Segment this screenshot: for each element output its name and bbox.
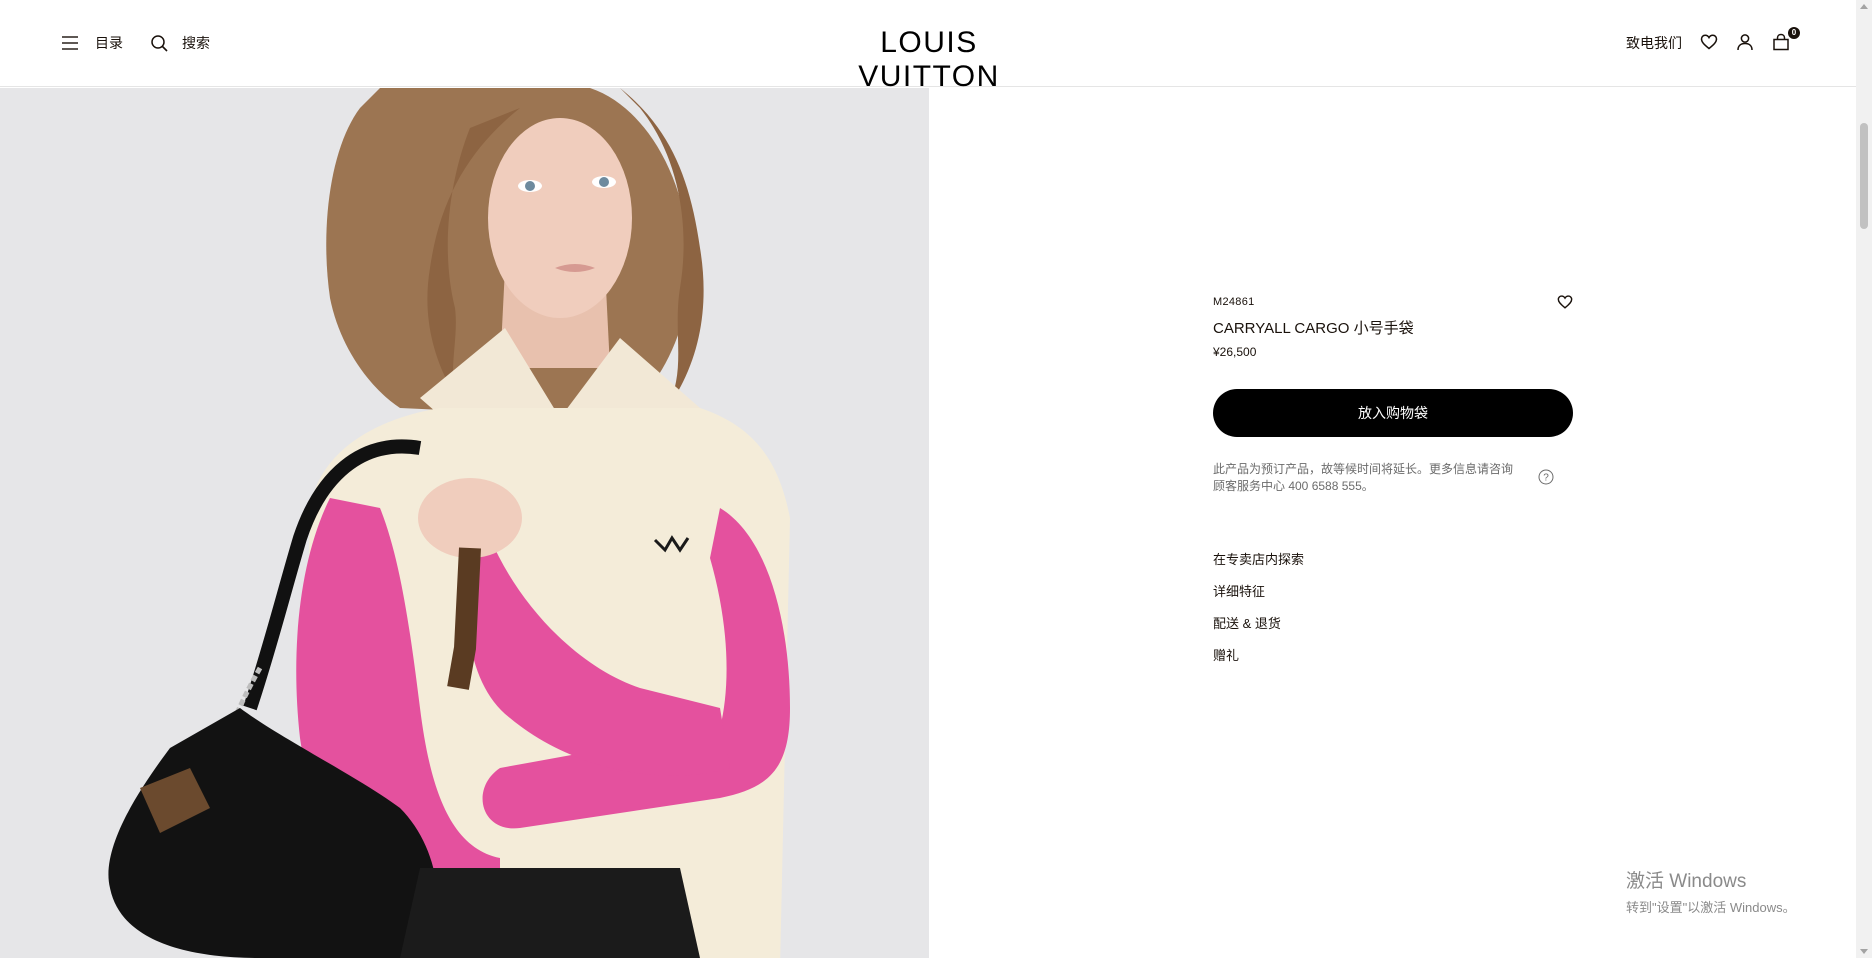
product-name: CARRYALL CARGO 小号手袋 bbox=[1213, 320, 1414, 337]
add-to-wishlist-button[interactable] bbox=[1557, 294, 1573, 315]
shopping-bag-icon bbox=[1773, 33, 1789, 51]
bag-count-badge: 0 bbox=[1788, 27, 1800, 39]
header-left: 目录 搜索 bbox=[62, 33, 210, 53]
svg-text:?: ? bbox=[1543, 473, 1549, 484]
product-sku: M24861 bbox=[1213, 296, 1255, 308]
search-button[interactable]: 搜索 bbox=[151, 33, 210, 53]
link-gifting[interactable]: 赠礼 bbox=[1213, 645, 1573, 677]
link-product-details[interactable]: 详细特征 bbox=[1213, 581, 1573, 613]
menu-button[interactable]: 目录 bbox=[62, 33, 123, 53]
contact-us-link[interactable]: 致电我们 bbox=[1626, 33, 1682, 53]
help-icon[interactable]: ? bbox=[1538, 469, 1554, 490]
product-details-panel: M24861 CARRYALL CARGO 小号手袋 ¥26,500 放入购物袋… bbox=[929, 88, 1856, 958]
preorder-notice: 此产品为预订产品，故等候时间将延长。更多信息请咨询顾客服务中心 400 6588… bbox=[1213, 461, 1554, 495]
scroll-thumb[interactable] bbox=[1860, 123, 1868, 229]
site-header: 目录 搜索 LOUIS VUITTON 致电我们 0 bbox=[0, 0, 1856, 93]
product-info: M24861 CARRYALL CARGO 小号手袋 ¥26,500 放入购物袋… bbox=[1213, 294, 1573, 677]
header-right: 致电我们 0 bbox=[1626, 27, 1800, 53]
brand-logo[interactable]: LOUIS VUITTON bbox=[814, 26, 1044, 94]
preorder-notice-text: 此产品为预订产品，故等候时间将延长。更多信息请咨询顾客服务中心 400 6588… bbox=[1213, 462, 1514, 493]
add-to-bag-button[interactable]: 放入购物袋 bbox=[1213, 389, 1573, 437]
heart-icon bbox=[1557, 295, 1573, 309]
watermark-title: 激活 Windows bbox=[1626, 871, 1747, 892]
heart-icon bbox=[1700, 34, 1718, 50]
page-scrollbar[interactable] bbox=[1856, 0, 1872, 958]
windows-activation-watermark: 激活 Windows 转到"设置"以激活 Windows。 bbox=[1626, 866, 1796, 916]
user-icon bbox=[1737, 34, 1753, 51]
menu-icon bbox=[62, 36, 78, 50]
search-label: 搜索 bbox=[182, 35, 210, 51]
watermark-subtitle: 转到"设置"以激活 Windows。 bbox=[1626, 900, 1796, 915]
wishlist-button[interactable] bbox=[1700, 33, 1720, 53]
scroll-down-arrow[interactable] bbox=[1860, 949, 1868, 954]
link-find-in-store[interactable]: 在专卖店内探索 bbox=[1213, 549, 1573, 581]
scroll-up-arrow[interactable] bbox=[1860, 4, 1868, 9]
product-links: 在专卖店内探索 详细特征 配送 & 退货 赠礼 bbox=[1213, 549, 1573, 677]
model-photo bbox=[0, 88, 929, 958]
link-delivery-returns[interactable]: 配送 & 退货 bbox=[1213, 613, 1573, 645]
product-image bbox=[0, 88, 929, 958]
shopping-bag-button[interactable]: 0 bbox=[1772, 27, 1800, 53]
menu-label: 目录 bbox=[95, 35, 123, 51]
search-icon bbox=[151, 34, 168, 52]
account-button[interactable] bbox=[1736, 33, 1756, 53]
product-price: ¥26,500 bbox=[1213, 345, 1257, 359]
